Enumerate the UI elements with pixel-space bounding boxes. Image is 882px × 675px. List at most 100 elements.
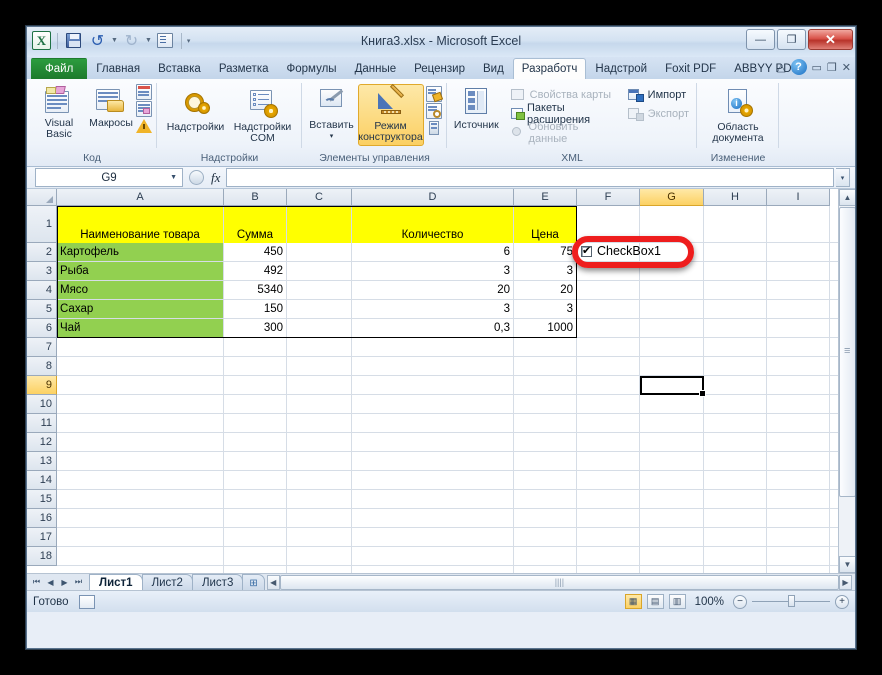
row-header-5[interactable]: 5 [27, 300, 57, 319]
macros-button[interactable]: Макросы [88, 82, 134, 131]
record-macro-status-icon[interactable] [78, 594, 95, 609]
zoom-slider[interactable] [752, 595, 830, 607]
properties-icon[interactable] [425, 86, 443, 103]
row-header-11[interactable]: 11 [27, 414, 57, 433]
cell-C6[interactable] [287, 319, 351, 337]
next-sheet-icon[interactable]: ▶ [58, 578, 71, 587]
cell-A3[interactable]: Рыба [57, 262, 223, 280]
window-restore-icon[interactable]: ❐ [827, 61, 837, 74]
row-header-1[interactable]: 1 [27, 206, 57, 243]
horizontal-scrollbar[interactable]: ◀ |||| ▶ [266, 574, 852, 590]
cell-C5[interactable] [287, 300, 351, 318]
horizontal-scroll-thumb[interactable]: |||| [279, 574, 839, 590]
row-header-12[interactable]: 12 [27, 433, 57, 452]
row-header-2[interactable]: 2 [27, 243, 57, 262]
cell-B5[interactable]: 150 [224, 300, 286, 318]
run-dialog-icon[interactable] [426, 120, 442, 136]
sheet-tab-1[interactable]: Лист1 [89, 574, 143, 590]
formula-input[interactable] [226, 168, 834, 187]
zoom-in-button[interactable]: + [835, 594, 849, 609]
row-header-8[interactable]: 8 [27, 357, 57, 376]
name-box[interactable]: G9 ▼ [35, 168, 183, 187]
record-macro-icon[interactable] [136, 84, 152, 100]
tab-review[interactable]: Рецензир [405, 58, 474, 79]
help-icon[interactable]: ? [790, 59, 807, 75]
export-button[interactable]: Экспорт [625, 105, 692, 123]
cell-B6[interactable]: 300 [224, 319, 286, 337]
active-cell-indicator[interactable] [640, 376, 706, 397]
cell-B1[interactable]: Сумма [224, 206, 286, 243]
cell-B4[interactable]: 5340 [224, 281, 286, 299]
cell-B3[interactable]: 492 [224, 262, 286, 280]
addins-button[interactable]: Надстройки [164, 86, 228, 135]
scroll-down-button[interactable]: ▼ [839, 556, 855, 573]
row-header-3[interactable]: 3 [27, 262, 57, 281]
checkbox-control[interactable]: CheckBox1 [581, 244, 661, 258]
column-header-C[interactable]: C [287, 189, 352, 206]
tab-view[interactable]: Вид [474, 58, 513, 79]
cell-D4[interactable]: 20 [352, 281, 513, 299]
zoom-level[interactable]: 100% [691, 596, 728, 608]
row-header-4[interactable]: 4 [27, 281, 57, 300]
cell-E3[interactable]: 3 [514, 262, 576, 280]
row-header-18[interactable]: 18 [27, 547, 57, 566]
tab-addins[interactable]: Надстрой [586, 58, 656, 79]
tab-data[interactable]: Данные [346, 58, 406, 79]
cell-A1[interactable]: Наименование товара [57, 206, 223, 243]
row-header-17[interactable]: 17 [27, 528, 57, 547]
restore-button[interactable]: ❐ [777, 29, 806, 50]
sheet-tab-2[interactable]: Лист2 [141, 574, 193, 590]
column-header-G[interactable]: G [640, 189, 704, 206]
cell-A5[interactable]: Сахар [57, 300, 223, 318]
row-header-13[interactable]: 13 [27, 452, 57, 471]
cell-D5[interactable]: 3 [352, 300, 513, 318]
view-code-icon[interactable] [425, 103, 442, 119]
window-minimize-icon[interactable]: ▭ [812, 61, 822, 74]
tab-foxit-pdf[interactable]: Foxit PDF [656, 58, 725, 79]
row-header-6[interactable]: 6 [27, 319, 57, 338]
row-header-7[interactable]: 7 [27, 338, 57, 357]
tab-insert[interactable]: Вставка [149, 58, 210, 79]
minimize-button[interactable]: — [746, 29, 775, 50]
cell-C2[interactable] [287, 243, 351, 261]
row-header-16[interactable]: 16 [27, 509, 57, 528]
cell-E2[interactable]: 75 [514, 243, 576, 261]
zoom-slider-handle[interactable] [788, 595, 795, 607]
com-addins-button[interactable]: Надстройки COM [230, 86, 296, 146]
checkbox-icon[interactable] [581, 244, 592, 257]
cell-D3[interactable]: 3 [352, 262, 513, 280]
cell-A4[interactable]: Мясо [57, 281, 223, 299]
tab-home[interactable]: Главная [87, 58, 149, 79]
close-button[interactable]: ✕ [808, 29, 853, 50]
cell-E1[interactable]: Цена [514, 206, 576, 243]
row-header-9[interactable]: 9 [27, 376, 57, 395]
page-break-view-button[interactable]: ▥ [668, 594, 686, 609]
row-header-14[interactable]: 14 [27, 471, 57, 490]
import-button[interactable]: Импорт [625, 86, 692, 104]
sheet-tab-3[interactable]: Лист3 [191, 574, 244, 590]
scroll-up-button[interactable]: ▲ [839, 189, 855, 206]
cell-A6[interactable]: Чай [57, 319, 223, 337]
cell-C3[interactable] [287, 262, 351, 280]
scroll-right-button[interactable]: ▶ [839, 574, 852, 590]
cell-E5[interactable]: 3 [514, 300, 576, 318]
prev-sheet-icon[interactable]: ◀ [44, 578, 57, 587]
cancel-formula-icon[interactable] [189, 170, 204, 185]
cell-B2[interactable]: 450 [224, 243, 286, 261]
cells-area[interactable]: 1000 0,3 300 Чай 3 3 150 Сахар 20 20 5340 Мясо 3 3 492… [57, 206, 838, 573]
tab-page-layout[interactable]: Разметка [210, 58, 278, 79]
refresh-data-button[interactable]: Обновить данные [507, 121, 617, 145]
vertical-scrollbar[interactable]: ▲ ▼ [838, 189, 855, 573]
page-layout-view-button[interactable]: ▤ [646, 594, 664, 609]
cell-E6[interactable]: 1000 [514, 319, 576, 337]
tab-file[interactable]: Файл [31, 58, 88, 79]
new-sheet-icon[interactable]: ⊞ [242, 574, 265, 590]
zoom-out-button[interactable]: − [733, 594, 747, 609]
cell-C1[interactable] [287, 206, 351, 243]
scroll-left-button[interactable]: ◀ [266, 574, 280, 590]
first-sheet-icon[interactable]: ⏮ [30, 577, 43, 587]
relative-refs-icon[interactable] [136, 101, 152, 117]
cell-D2[interactable]: 6 [352, 243, 513, 261]
row-header-10[interactable]: 10 [27, 395, 57, 414]
column-header-A[interactable]: A [57, 189, 224, 206]
